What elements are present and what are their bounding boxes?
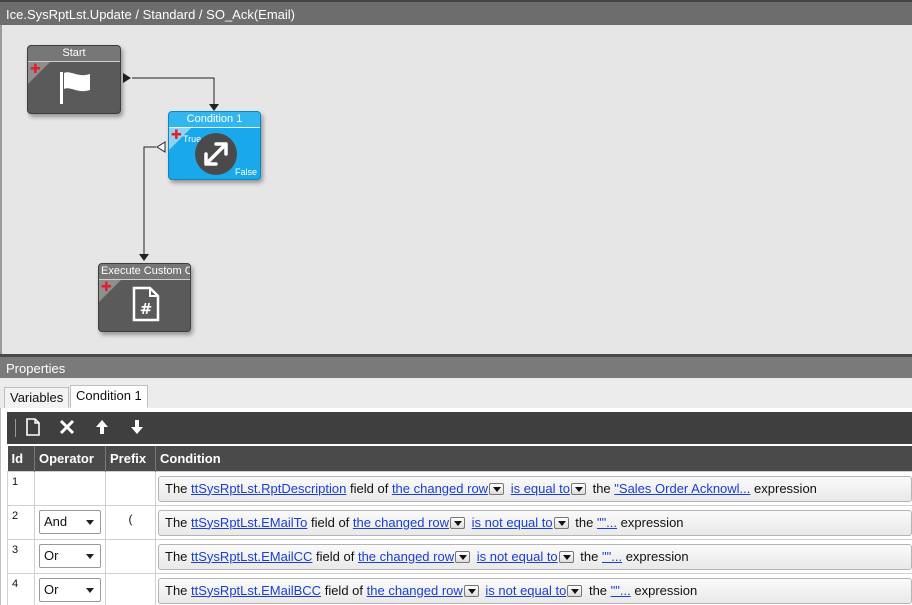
row-prefix[interactable]: ( <box>105 504 156 540</box>
conditions-grid: Id Operator Prefix Condition 1 The ttSys… <box>7 446 912 605</box>
row-dropdown-icon[interactable] <box>455 551 471 564</box>
connector-custom-to-condition <box>143 146 156 255</box>
svg-text:#: # <box>140 300 153 318</box>
row-prefix[interactable] <box>105 572 156 605</box>
condition-field-link[interactable]: ttSysRptLst.EMailTo <box>191 515 307 530</box>
condition-field-link[interactable]: ttSysRptLst.RptDescription <box>191 481 346 496</box>
properties-header: Properties <box>0 354 912 378</box>
connector-start-to-condition <box>132 77 215 105</box>
table-row[interactable]: 3 Or The ttSysRptLst.EMailCC field of th… <box>7 538 912 574</box>
delete-x-icon[interactable] <box>57 418 77 438</box>
arrow-up-icon[interactable] <box>92 418 112 438</box>
header-operator[interactable]: Operator <box>34 446 106 471</box>
condition-false-label: False <box>234 167 257 177</box>
condition-value-link[interactable]: ""... <box>611 583 631 598</box>
row-id: 1 <box>7 470 35 506</box>
row-dropdown-icon[interactable] <box>489 483 505 496</box>
header-prefix[interactable]: Prefix <box>105 446 156 471</box>
workflow-title: Ice.SysRptLst.Update / Standard / SO_Ack… <box>6 7 296 22</box>
condition-true-input-arrow <box>156 141 166 153</box>
grid-header-row: Id Operator Prefix Condition <box>7 446 912 471</box>
start-node[interactable]: Start ✚ <box>27 45 121 114</box>
header-condition[interactable]: Condition <box>155 446 912 471</box>
row-dropdown-icon[interactable] <box>463 585 479 598</box>
code-file-icon: # <box>132 286 160 322</box>
table-row[interactable]: 2 And ( The ttSysRptLst.EMailTo field of… <box>7 504 912 540</box>
condition-value-link[interactable]: ""... <box>597 515 617 530</box>
condition-arrows-icon <box>195 133 237 175</box>
operator-select[interactable]: Or <box>39 577 101 602</box>
execute-custom-code-node[interactable]: Execute Custom Co ✚ # <box>98 263 191 332</box>
arrow-down-icon[interactable] <box>127 418 147 438</box>
row-id: 4 <box>7 572 35 605</box>
condition-expression: The ttSysRptLst.EMailTo field of the cha… <box>158 509 912 536</box>
row-operator-empty <box>34 470 106 506</box>
properties-title: Properties <box>6 361 66 376</box>
custom-node-title: Execute Custom Co <box>99 264 190 280</box>
condition-editor: Id Operator Prefix Condition 1 The ttSys… <box>0 408 912 605</box>
workflow-title-bar: Ice.SysRptLst.Update / Standard / SO_Ack… <box>0 0 912 25</box>
connector-arrowhead-custom <box>139 254 149 261</box>
condition-operator-link[interactable]: is not equal to <box>485 583 566 598</box>
operator-select[interactable]: And <box>39 509 101 534</box>
condition-expression: The ttSysRptLst.EMailCC field of the cha… <box>158 543 912 570</box>
operator-dropdown-icon[interactable] <box>567 585 583 598</box>
condition-field-link[interactable]: ttSysRptLst.EMailBCC <box>191 583 321 598</box>
operator-dropdown-icon[interactable] <box>553 517 569 530</box>
condition-operator-link[interactable]: is equal to <box>511 481 570 496</box>
start-add-icon[interactable]: ✚ <box>30 62 41 75</box>
condition-value-link[interactable]: ""... <box>602 549 622 564</box>
table-row[interactable]: 4 Or The ttSysRptLst.EMailBCC field of t… <box>7 572 912 605</box>
connector-arrowhead-condition <box>209 104 219 111</box>
custom-add-icon[interactable]: ✚ <box>101 280 112 293</box>
tab-condition-1[interactable]: Condition 1 <box>70 385 148 408</box>
condition-toolbar <box>7 412 912 444</box>
row-id: 3 <box>7 538 35 574</box>
row-dropdown-icon[interactable] <box>450 517 466 530</box>
condition-field-link[interactable]: ttSysRptLst.EMailCC <box>191 549 312 564</box>
condition-row-link[interactable]: the changed row <box>358 549 454 564</box>
workflow-canvas[interactable]: Start ✚ Condition 1 ✚ True False Execute… <box>0 25 912 354</box>
start-output-arrow <box>123 73 131 83</box>
chevron-down-icon <box>86 553 94 559</box>
condition-row-link[interactable]: the changed row <box>367 583 463 598</box>
condition-row-link[interactable]: the changed row <box>392 481 488 496</box>
condition-add-icon[interactable]: ✚ <box>171 128 182 141</box>
new-document-icon[interactable] <box>23 418 43 438</box>
tab-variables[interactable]: Variables <box>4 387 70 409</box>
start-node-title: Start <box>28 46 120 62</box>
row-id: 2 <box>7 504 35 540</box>
condition-node[interactable]: Condition 1 ✚ True False <box>168 111 261 180</box>
flag-icon <box>60 72 90 104</box>
header-id[interactable]: Id <box>7 446 35 471</box>
chevron-down-icon <box>86 519 94 525</box>
operator-dropdown-icon[interactable] <box>558 551 574 564</box>
row-prefix[interactable] <box>105 538 156 574</box>
condition-expression: The ttSysRptLst.RptDescription field of … <box>158 475 912 502</box>
operator-select[interactable]: Or <box>39 543 101 568</box>
condition-row-link[interactable]: the changed row <box>353 515 449 530</box>
operator-dropdown-icon[interactable] <box>570 483 586 496</box>
condition-node-title: Condition 1 <box>169 112 260 128</box>
table-row[interactable]: 1 The ttSysRptLst.RptDescription field o… <box>7 470 912 506</box>
condition-operator-link[interactable]: is not equal to <box>472 515 553 530</box>
chevron-down-icon <box>86 587 94 593</box>
condition-operator-link[interactable]: is not equal to <box>477 549 558 564</box>
condition-expression: The ttSysRptLst.EMailBCC field of the ch… <box>158 577 912 604</box>
row-prefix[interactable] <box>105 470 156 506</box>
condition-value-link[interactable]: "Sales Order Acknowl... <box>614 481 750 496</box>
properties-tabs: Variables Condition 1 <box>0 378 912 409</box>
